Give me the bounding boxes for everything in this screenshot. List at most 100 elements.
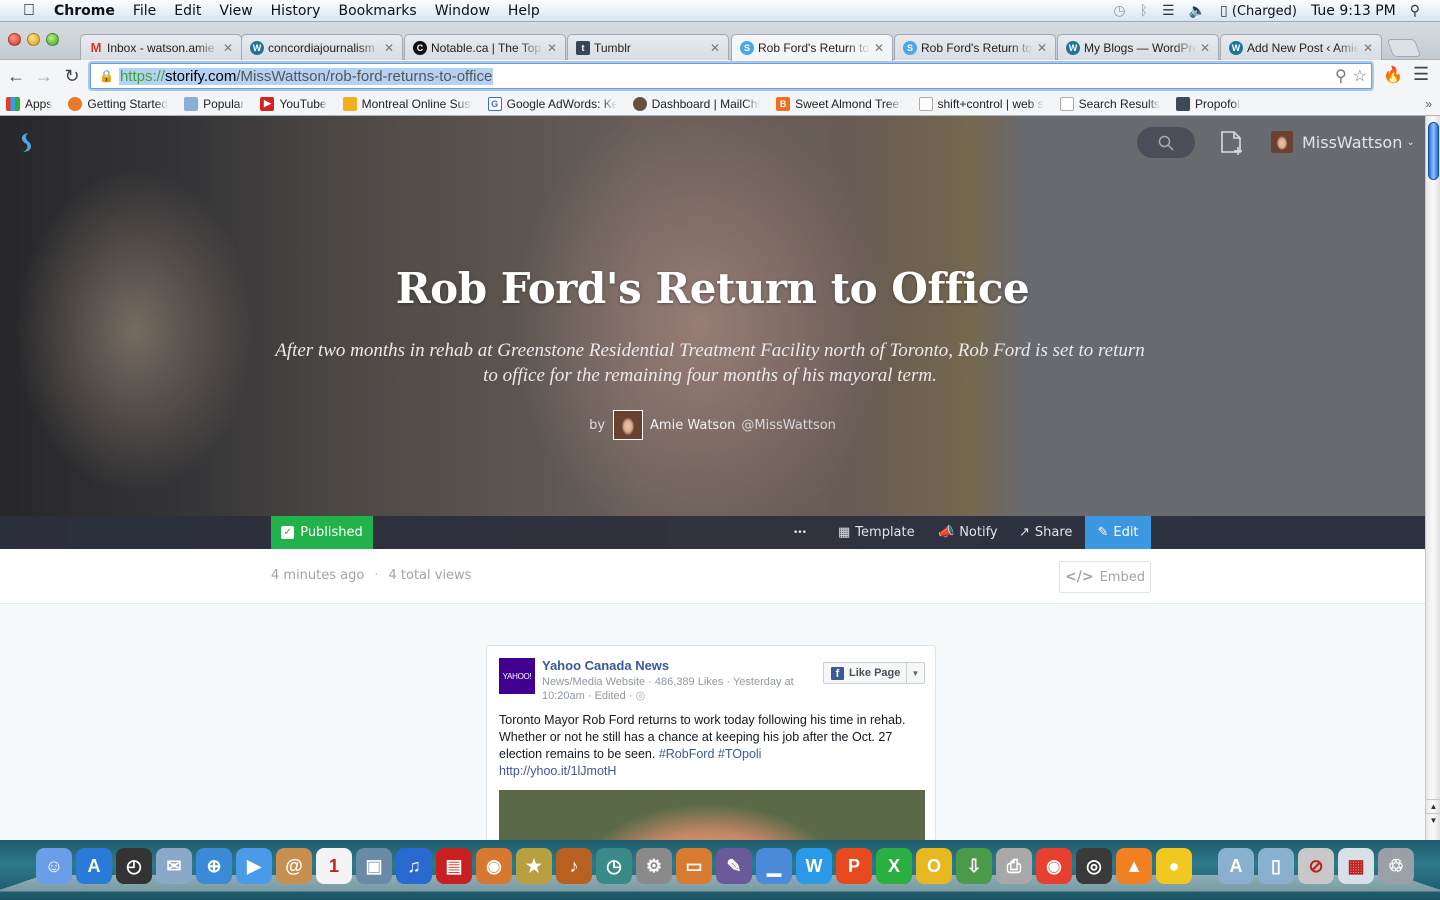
tab-my-blogs[interactable]: W My Blogs — WordPre ✕ — [1057, 34, 1219, 60]
app-store-icon[interactable]: A — [76, 848, 112, 884]
menu-app-chrome[interactable]: Chrome — [54, 3, 115, 19]
address-bar[interactable]: 🔒 https://storify.com/MissWattson/rob-fo… — [90, 63, 1372, 89]
mail-icon[interactable]: ✉ — [156, 848, 192, 884]
hashtag-link[interactable]: #TOpoli — [718, 747, 762, 761]
excel-icon[interactable]: X — [876, 848, 912, 884]
word-icon[interactable]: W — [796, 848, 832, 884]
chrome-menu-icon[interactable]: ☰ — [1413, 64, 1429, 85]
close-window-button[interactable] — [8, 33, 21, 46]
zoom-magnifier-icon[interactable]: ⚲ — [1335, 66, 1347, 86]
published-status-button[interactable]: ✓ Published — [271, 516, 373, 549]
time-machine-status-icon[interactable]: ◷ — [1113, 3, 1125, 19]
minimize-window-button[interactable] — [27, 33, 40, 46]
bluetooth-icon[interactable]: ᛒ — [1140, 3, 1148, 19]
facetime-icon[interactable]: ▶ — [236, 848, 272, 884]
menu-file[interactable]: File — [133, 3, 156, 19]
bookmark-mailchimp[interactable]: Dashboard | MailChi — [632, 96, 760, 111]
script-editor-icon[interactable]: ✎ — [716, 848, 752, 884]
tab-tumblr[interactable]: t Tumblr ✕ — [567, 34, 729, 60]
volume-icon[interactable]: 🔈 — [1189, 3, 1206, 19]
itunes-icon[interactable]: ♫ — [396, 848, 432, 884]
share-button[interactable]: ↗ Share — [1019, 516, 1072, 549]
spotlight-search-icon[interactable]: ⚲ — [1410, 3, 1420, 19]
back-arrow-icon[interactable]: ← — [4, 66, 28, 87]
close-tab-icon[interactable]: ✕ — [1363, 41, 1373, 55]
hashtag-link[interactable]: #RobFord — [659, 747, 715, 761]
numbers-icon[interactable]: ▁ — [756, 848, 792, 884]
tab-gmail-inbox[interactable]: M Inbox - watson.amie ✕ — [80, 34, 242, 60]
storify-logo-icon[interactable] — [15, 131, 39, 155]
more-options-button[interactable]: ••• — [793, 516, 807, 549]
fb-like-page-button[interactable]: f Like Page ▼ — [823, 662, 925, 684]
user-menu[interactable]: MissWattson ⌄ — [1271, 131, 1415, 153]
fb-post-photo[interactable] — [499, 790, 925, 840]
dropdown-caret-icon[interactable]: ▼ — [906, 663, 924, 683]
new-story-button[interactable] — [1220, 130, 1244, 161]
menu-help[interactable]: Help — [508, 3, 540, 19]
bookmarks-overflow-chevron[interactable]: » — [1425, 97, 1432, 111]
finder-icon[interactable]: ☺ — [36, 848, 72, 884]
reload-icon[interactable]: ↻ — [60, 66, 84, 87]
bookmark-propofol[interactable]: Propofol — [1176, 96, 1240, 111]
photo-booth-icon[interactable]: ▤ — [436, 848, 472, 884]
screenshot-icon[interactable]: ▦ — [1338, 848, 1374, 884]
bookmark-youtube[interactable]: ▶ YouTube — [260, 96, 327, 111]
forward-arrow-icon[interactable]: → — [32, 66, 56, 87]
menu-window[interactable]: Window — [435, 3, 490, 19]
clock[interactable]: Tue 9:13 PM — [1311, 3, 1396, 19]
scroll-up-arrow-icon[interactable]: ▲ — [1426, 799, 1440, 812]
menu-edit[interactable]: Edit — [174, 3, 201, 19]
menu-view[interactable]: View — [219, 3, 252, 19]
close-tab-icon[interactable]: ✕ — [223, 41, 233, 55]
vlc-icon[interactable]: ▲ — [1116, 848, 1152, 884]
fb-page-name[interactable]: Yahoo Canada News — [542, 658, 669, 673]
logic-icon[interactable]: ◎ — [1076, 848, 1112, 884]
author-handle[interactable]: @MissWattson — [741, 418, 836, 433]
calendar-icon[interactable]: 1 — [316, 848, 352, 884]
applications-folder-icon[interactable]: A — [1218, 848, 1254, 884]
author-avatar[interactable] — [613, 410, 644, 440]
documents-folder-icon[interactable]: ▯ — [1258, 848, 1294, 884]
hola-extension-icon[interactable]: 🔥 — [1383, 65, 1403, 85]
edit-button[interactable]: ✎ Edit — [1085, 516, 1151, 549]
tab-add-new-post[interactable]: W Add New Post ‹ Amie ✕ — [1220, 34, 1382, 60]
close-tab-icon[interactable]: ✕ — [1037, 41, 1047, 55]
page-scrollbar[interactable]: ▲ ▼ — [1425, 116, 1440, 840]
scrollbar-thumb[interactable] — [1428, 122, 1439, 180]
imovie-icon[interactable]: ★ — [516, 848, 552, 884]
downloader-icon[interactable]: ⇩ — [956, 848, 992, 884]
bookmark-google-adwords[interactable]: G Google AdWords: Ke — [487, 96, 617, 111]
url-text[interactable]: https://storify.com/MissWattson/rob-ford… — [118, 67, 494, 85]
tab-notable[interactable]: C Notable.ca | The Top ✕ — [404, 34, 566, 60]
embed-button[interactable]: </> Embed — [1059, 561, 1151, 593]
chrome-icon[interactable]: ◉ — [1036, 848, 1072, 884]
close-tab-icon[interactable]: ✕ — [710, 41, 720, 55]
printer-icon[interactable]: ⎙ — [996, 848, 1032, 884]
address-book-icon[interactable]: @ — [276, 848, 312, 884]
apple-icon[interactable]:  — [18, 2, 40, 20]
tab-storify-active[interactable]: S Rob Ford's Return to ✕ — [731, 34, 893, 61]
powerpoint-icon[interactable]: P — [836, 848, 872, 884]
close-tab-icon[interactable]: ✕ — [874, 41, 884, 55]
bookmark-search-results[interactable]: Search Results — [1059, 96, 1160, 111]
bookmark-shift-control[interactable]: shift+control | web s — [918, 96, 1044, 111]
bookmark-star-icon[interactable]: ☆ — [1353, 66, 1367, 86]
trash-icon[interactable]: ♲ — [1378, 848, 1414, 884]
iphoto-icon[interactable]: ▣ — [356, 848, 392, 884]
yahoo-page-avatar[interactable]: YAHOO! — [499, 658, 535, 694]
tab-storify[interactable]: S Rob Ford's Return to ✕ — [894, 34, 1056, 60]
bookmark-apps[interactable]: Apps — [6, 96, 52, 111]
close-tab-icon[interactable]: ✕ — [547, 41, 557, 55]
system-preferences-icon[interactable]: ⚙ — [636, 848, 672, 884]
scroll-down-arrow-icon[interactable]: ▼ — [1426, 813, 1440, 826]
bookmark-montreal-online[interactable]: Montreal Online Sust — [342, 96, 472, 111]
image-capture-icon[interactable]: ◉ — [476, 848, 512, 884]
new-tab-button[interactable] — [1386, 39, 1422, 57]
safari-icon[interactable]: ⊕ — [196, 848, 232, 884]
battery-status[interactable]: ▯ (Charged) — [1220, 3, 1297, 19]
author-name[interactable]: Amie Watson — [650, 418, 735, 433]
dashboard-icon[interactable]: ◴ — [116, 848, 152, 884]
outlook-icon[interactable]: O — [916, 848, 952, 884]
time-machine-icon[interactable]: ◷ — [596, 848, 632, 884]
garageband-icon[interactable]: ♪ — [556, 848, 592, 884]
